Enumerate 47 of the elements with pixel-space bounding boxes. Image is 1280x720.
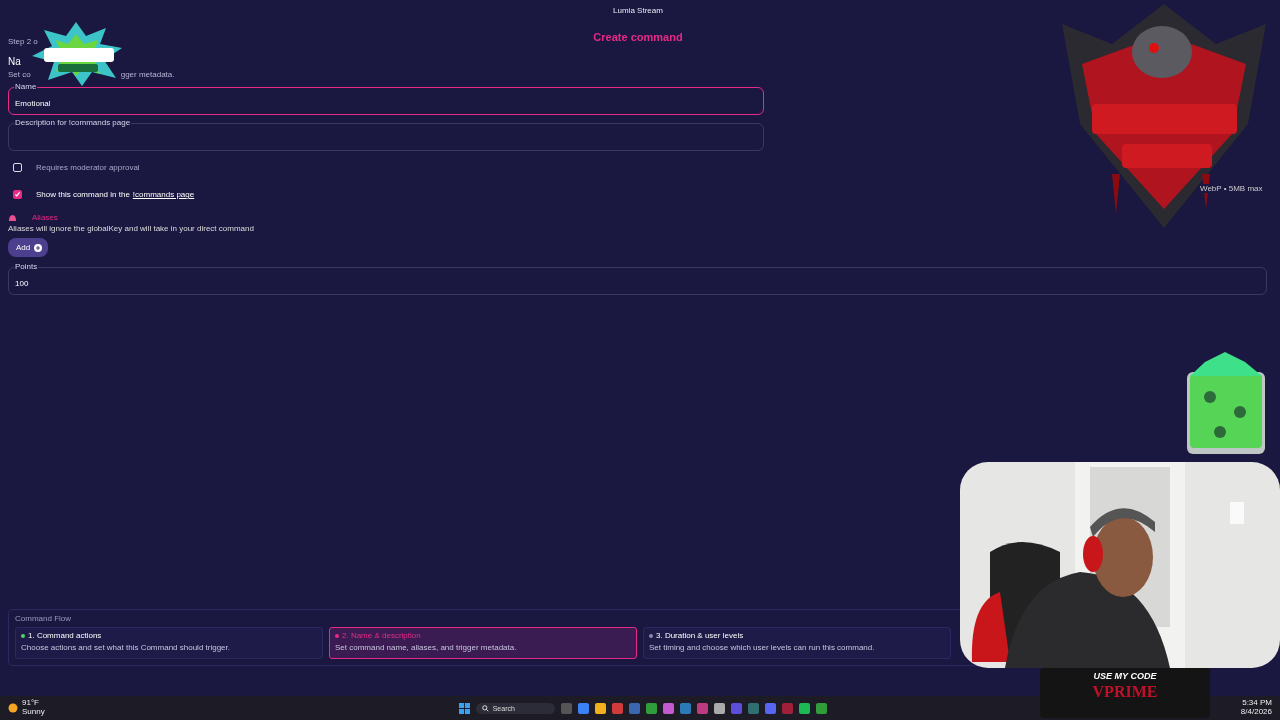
sun-icon [8,703,18,713]
step-description: Set timing and choose which user levels can run this command. [649,643,876,652]
flow-step[interactable]: 1. Command actions Choose actions and set what this Command should trigger. [15,627,323,659]
weather-condition: Sunny [22,708,45,717]
search-icon [481,704,489,712]
step-title: 3. Duration & user levels [656,631,744,640]
window-title: Lumia Stream [613,5,663,15]
app-icon[interactable] [815,702,827,714]
step-indicator: Step 2 o [8,37,38,46]
flow-step[interactable]: 2. Name & description Set command name, aliases, and trigger metadata. [329,627,637,659]
flow-title: Command Flow [15,614,72,623]
app-icon[interactable] [577,702,589,714]
field-label: Points [14,263,39,271]
alias-icon [8,213,17,222]
app-icon[interactable] [764,702,776,714]
section-subtitle: gger metadata. [120,70,175,79]
step-title: 1. Command actions [28,631,102,640]
step-description: Set command name, aliases, and trigger metadata. [335,643,518,652]
step-description: Choose actions and set what this Command should trigger. [21,643,231,652]
aliases-note: Aliases will ignore the globalKey and will take in your direct command [8,224,254,233]
plus-circle-icon [34,243,43,252]
app-icon[interactable] [679,702,691,714]
section-subtitle: Set co [8,70,31,79]
checkbox[interactable] [13,190,22,199]
app-icon[interactable] [713,702,725,714]
clock-time: 5:34 PM [1242,699,1272,708]
clock-date: 8/4/2026 [1240,708,1272,717]
app-icon[interactable] [662,702,674,714]
add-button[interactable]: Add [8,238,49,257]
step-title: 2. Name & description [342,631,421,640]
commands-page-link[interactable]: !commands page [132,190,195,199]
app-icon[interactable] [594,702,606,714]
flow-step[interactable]: 3. Duration & user levels Set timing and choose which user levels can run this command. [643,627,951,659]
app-icon[interactable] [645,702,657,714]
checkbox-label: Requires moderator approval [36,163,140,172]
promo-code: VPRIME [1092,683,1158,701]
page-heading: Create command [593,31,683,43]
promo-text: USE MY CODE [1093,671,1157,681]
app-icon[interactable] [798,702,810,714]
upload-hint: WebP • 5MB max [1200,184,1263,193]
windows-logo-icon[interactable] [458,702,470,714]
aliases-title: Aliases [32,213,58,222]
section-title: Na [8,56,21,67]
checkbox-label: Show this command in the [36,190,130,199]
field-label: Name [14,83,38,91]
field-label: Description for !commands page [14,119,132,127]
weather-temp: 91°F [22,699,40,708]
